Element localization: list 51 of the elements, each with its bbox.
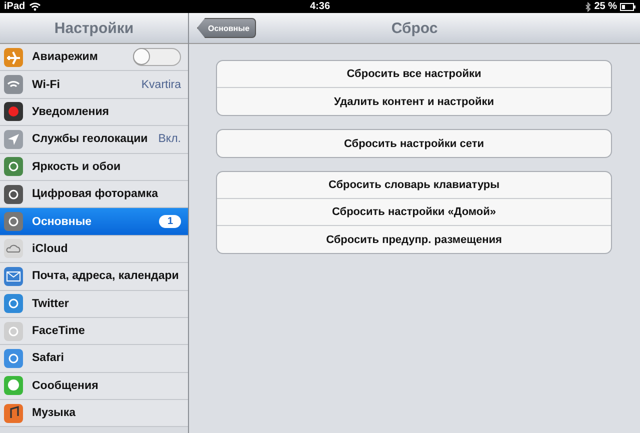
reset-button[interactable]: Сбросить предупр. размещения bbox=[217, 226, 611, 253]
back-button[interactable]: Основные bbox=[197, 18, 256, 38]
wifi-icon bbox=[4, 75, 23, 94]
reset-button[interactable]: Сбросить словарь клавиатуры bbox=[217, 172, 611, 199]
settings-item[interactable]: FaceTime bbox=[0, 318, 188, 346]
item-label: Цифровая фоторамка bbox=[32, 188, 158, 200]
settings-item[interactable]: Музыка bbox=[0, 400, 188, 428]
item-label: iCloud bbox=[32, 242, 68, 255]
settings-item[interactable]: Почта, адреса, календари bbox=[0, 263, 188, 291]
settings-item[interactable]: Основные 1 bbox=[0, 208, 188, 236]
item-label: Службы геолокации bbox=[32, 133, 148, 146]
item-value: Вкл. bbox=[158, 133, 181, 146]
mail-icon bbox=[4, 266, 23, 286]
page-title: Сброс bbox=[391, 20, 438, 36]
settings-item[interactable]: Safari bbox=[0, 345, 188, 373]
settings-item[interactable]: Сообщения bbox=[0, 372, 188, 400]
settings-item[interactable]: Twitter bbox=[0, 290, 188, 318]
reset-button[interactable]: Сбросить настройки сети bbox=[217, 130, 611, 157]
settings-item[interactable]: Службы геолокации Вкл. bbox=[0, 126, 188, 154]
count-badge: 1 bbox=[159, 215, 181, 228]
reset-button[interactable]: Сбросить настройки «Домой» bbox=[217, 199, 611, 226]
cloud-icon bbox=[4, 239, 23, 258]
settings-item[interactable]: Цифровая фоторамка bbox=[0, 180, 188, 208]
item-label: Основные bbox=[32, 216, 92, 228]
item-label: Twitter bbox=[32, 298, 69, 310]
sidebar-title: Настройки bbox=[54, 20, 134, 36]
item-label: Уведомления bbox=[32, 106, 109, 118]
item-label: FaceTime bbox=[32, 325, 85, 338]
item-label: Музыка bbox=[32, 407, 76, 420]
reset-button[interactable]: Удалить контент и настройки bbox=[217, 88, 611, 115]
item-label: Сообщения bbox=[32, 380, 98, 392]
item-label: Яркость и обои bbox=[32, 160, 121, 173]
airplane-icon bbox=[4, 48, 23, 67]
clock: 4:36 bbox=[308, 1, 331, 12]
battery-percent: 25 % bbox=[594, 1, 617, 12]
item-value: Kvartira bbox=[141, 78, 181, 91]
settings-item[interactable]: Яркость и обои bbox=[0, 154, 188, 181]
device-name: iPad bbox=[4, 1, 26, 12]
reset-button[interactable]: Сбросить все настройки bbox=[217, 61, 611, 88]
settings-item[interactable]: Уведомления bbox=[0, 98, 188, 126]
settings-item[interactable]: Авиарежим bbox=[0, 44, 188, 72]
toggle-switch[interactable] bbox=[133, 48, 181, 66]
settings-item[interactable]: iCloud bbox=[0, 236, 188, 264]
wifi-icon bbox=[29, 2, 42, 11]
item-label: Wi-Fi bbox=[32, 78, 60, 91]
bluetooth-icon bbox=[585, 2, 592, 12]
item-label: Почта, адреса, календари bbox=[32, 270, 179, 282]
battery-icon bbox=[620, 2, 636, 10]
item-label: Авиарежим bbox=[32, 51, 98, 64]
item-label: Safari bbox=[32, 352, 64, 364]
settings-item[interactable]: Wi-Fi Kvartira bbox=[0, 71, 188, 99]
